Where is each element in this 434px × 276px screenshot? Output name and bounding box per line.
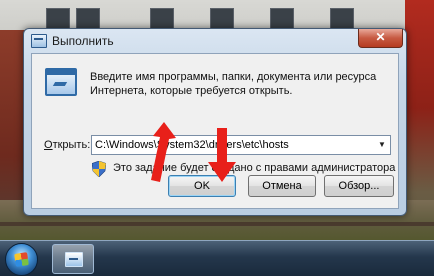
browse-button[interactable]: Обзор... — [324, 175, 394, 197]
dialog-description: Введите имя программы, папки, документа … — [90, 71, 377, 97]
annotation-arrow-command — [151, 122, 176, 182]
window-title: Выполнить — [52, 34, 114, 48]
taskbar — [0, 240, 434, 276]
run-program-icon — [45, 68, 77, 96]
open-label-text: ткрыть: — [52, 139, 91, 151]
command-input[interactable]: C:\Windows\System32\drivers\etc\hosts — [95, 139, 289, 151]
taskbar-item-run[interactable] — [52, 244, 94, 274]
uac-shield-icon — [92, 161, 106, 177]
windows-start-icon[interactable] — [5, 243, 38, 276]
open-label-accelerator: О — [44, 139, 53, 151]
annotation-arrow-ok — [208, 128, 236, 182]
title-bar[interactable]: Выполнить ✕ — [24, 29, 406, 53]
run-dialog: Выполнить ✕ Введите имя программы, папки… — [23, 28, 407, 216]
close-button[interactable]: ✕ — [358, 29, 403, 48]
run-dialog-icon — [65, 252, 83, 267]
command-combobox[interactable]: C:\Windows\System32\drivers\etc\hosts ▼ — [91, 135, 391, 155]
cancel-button[interactable]: Отмена — [248, 175, 316, 197]
run-dialog-icon — [31, 34, 47, 48]
open-label: Открыть: — [44, 139, 90, 151]
background-rail — [0, 222, 434, 226]
chevron-down-icon[interactable]: ▼ — [374, 136, 390, 154]
